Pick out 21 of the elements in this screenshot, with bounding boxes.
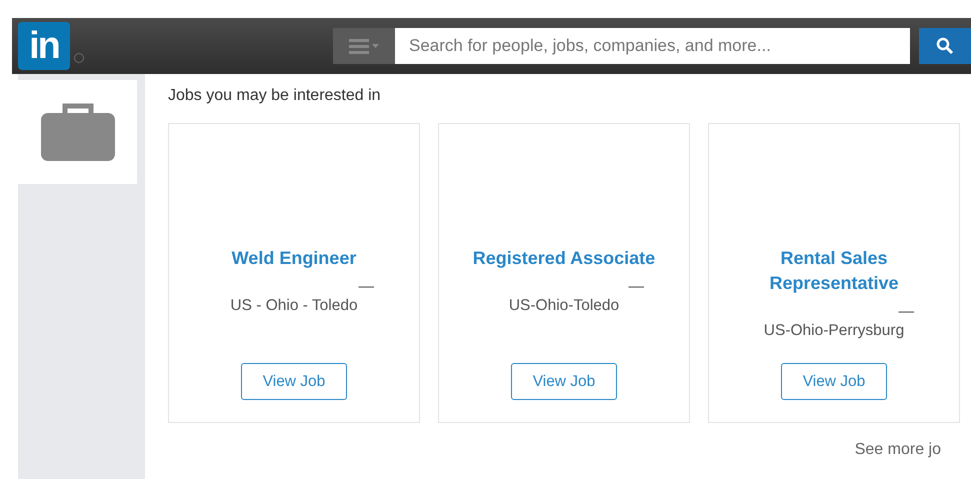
- job-location: US-Ohio-Toledo: [508, 296, 620, 315]
- job-title-link[interactable]: Rental Sales Representative: [734, 246, 934, 296]
- job-location: US - Ohio - Toledo: [230, 296, 358, 315]
- search-button[interactable]: [919, 28, 971, 64]
- view-job-button[interactable]: View Job: [781, 363, 887, 400]
- job-title-link[interactable]: Registered Associate: [464, 246, 664, 271]
- search-field[interactable]: Search for people, jobs, companies, and more...: [395, 28, 910, 64]
- separator-dash: —: [358, 277, 374, 296]
- see-more-link[interactable]: See more jo: [854, 441, 941, 459]
- section-title: Jobs you may be interested in: [168, 87, 382, 106]
- view-job-button[interactable]: View Job: [241, 363, 347, 400]
- job-location: US-Ohio-Perrysburg: [764, 321, 904, 340]
- search-icon: [936, 37, 954, 55]
- separator-dash: —: [898, 302, 914, 321]
- menu-icon: [349, 38, 379, 54]
- briefcase-icon: [38, 101, 116, 163]
- separator-dash: —: [628, 277, 644, 296]
- view-job-button[interactable]: View Job: [511, 363, 617, 400]
- job-title-link[interactable]: Weld Engineer: [194, 246, 394, 271]
- registered-mark-icon: [74, 53, 84, 63]
- logo[interactable]: in: [18, 22, 70, 70]
